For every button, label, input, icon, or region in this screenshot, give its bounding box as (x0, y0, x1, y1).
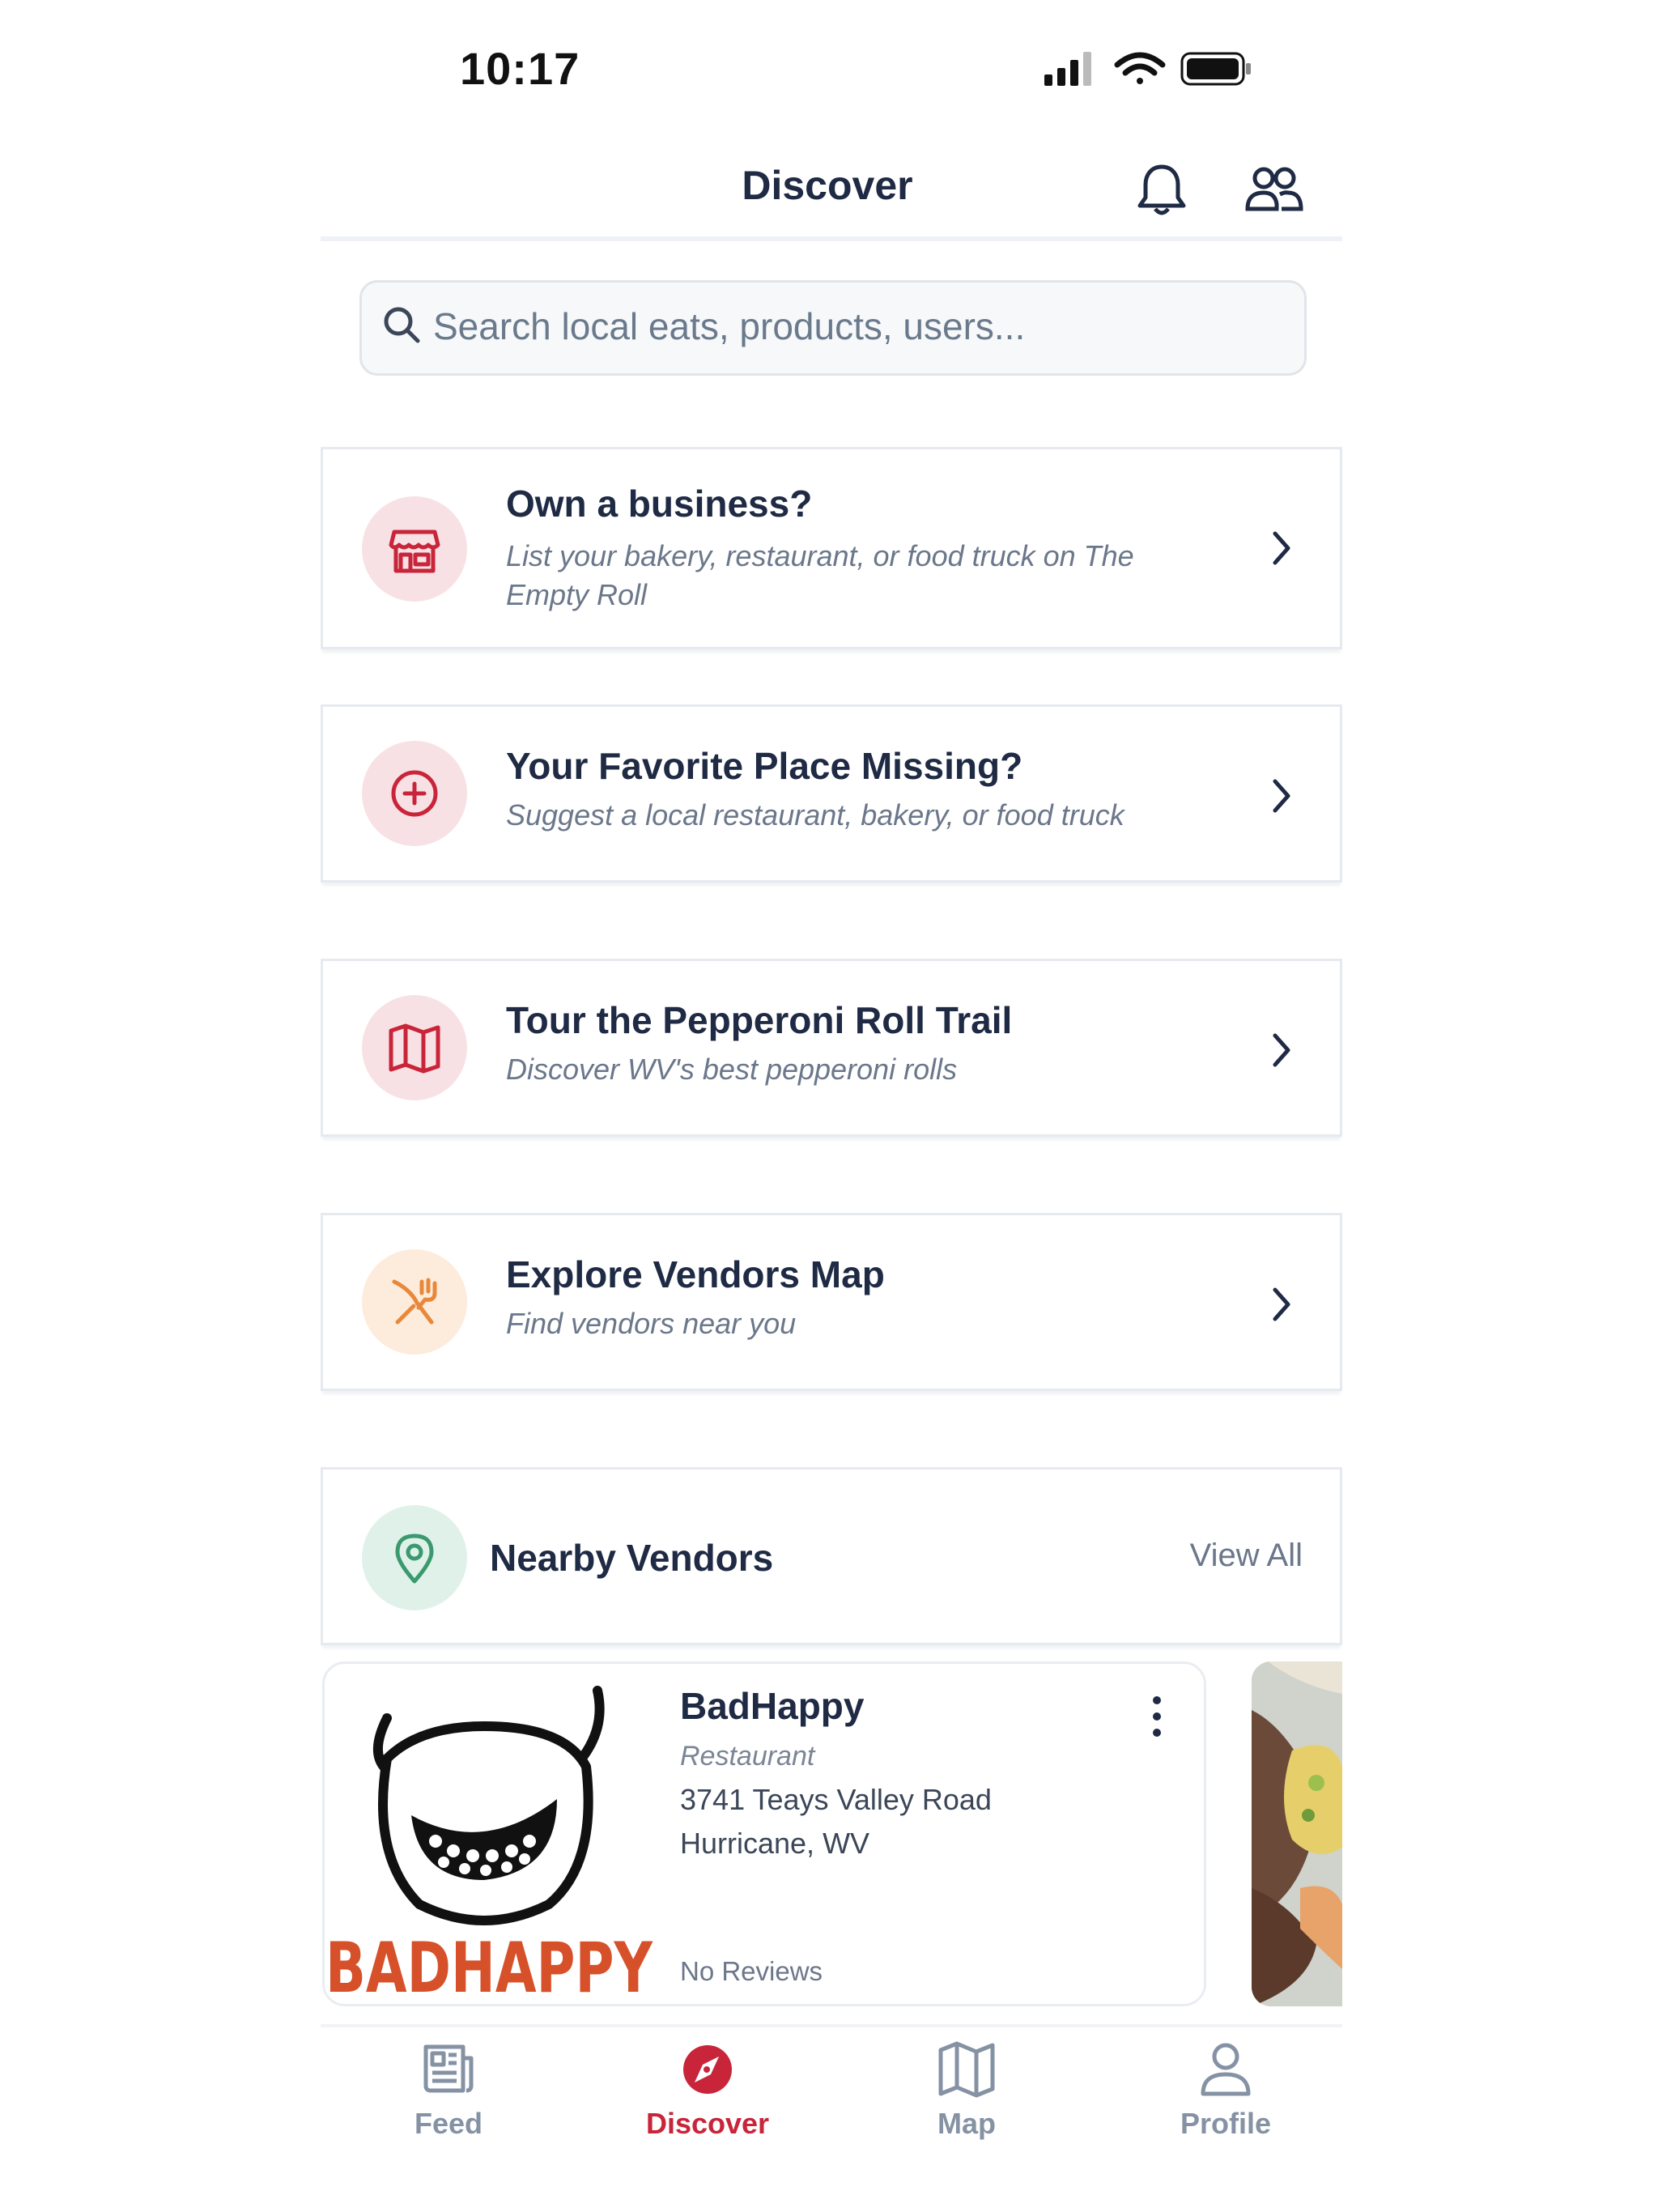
status-indicators (1044, 52, 1251, 86)
card-subtitle: Discover WV's best pepperoni rolls (506, 1053, 958, 1086)
vendor-logo-text: BADHAPPY (325, 1928, 653, 2001)
vendor-type: Restaurant (680, 1741, 815, 1772)
status-time: 10:17 (460, 43, 580, 94)
chevron-right-icon (1273, 1033, 1290, 1067)
plus-circle-icon (391, 770, 438, 817)
card-subtitle: Suggest a local restaurant, bakery, or f… (506, 798, 1124, 832)
vendor-address-line2: Hurricane, WV (680, 1827, 870, 1860)
card-title: Your Favorite Place Missing? (506, 745, 1023, 787)
utensils-icon (392, 1278, 437, 1325)
tab-label: Feed (414, 2107, 483, 2140)
map-icon (938, 2041, 995, 2098)
map-icon (389, 1023, 440, 1074)
friends-icon[interactable] (1243, 162, 1304, 219)
tabbar-divider (321, 2024, 1342, 2027)
tab-label: Map (937, 2107, 996, 2140)
search-placeholder: Search local eats, products, users... (433, 305, 1026, 347)
page-title: Discover (742, 163, 913, 208)
vendor-reviews: No Reviews (680, 1956, 823, 1986)
card-title: Tour the Pepperoni Roll Trail (506, 999, 1013, 1041)
map-icon-bubble (362, 995, 467, 1100)
storefront-icon (389, 530, 440, 573)
chevron-right-icon (1273, 779, 1290, 813)
more-options-icon[interactable] (1145, 1692, 1169, 1741)
plus-circle-icon-bubble (362, 741, 467, 846)
vendor-photo-next[interactable] (1252, 1661, 1342, 2006)
card-title: Own a business? (506, 483, 813, 525)
person-icon (1201, 2043, 1251, 2096)
location-pin-icon (395, 1534, 434, 1584)
vendors-map-card[interactable]: Explore Vendors Map Find vendors near yo… (321, 1213, 1342, 1391)
chevron-right-icon (1273, 531, 1290, 565)
battery-icon (1180, 52, 1251, 86)
tab-label: Profile (1180, 2107, 1272, 2140)
chevron-right-icon (1273, 1287, 1290, 1321)
missing-place-card[interactable]: Your Favorite Place Missing? Suggest a l… (321, 704, 1342, 883)
view-all-link[interactable]: View All (1190, 1538, 1303, 1574)
vendor-address-line1: 3741 Teays Valley Road (680, 1783, 992, 1816)
pepperoni-trail-card[interactable]: Tour the Pepperoni Roll Trail Discover W… (321, 959, 1342, 1137)
nearby-vendors-section: Nearby Vendors View All (321, 1467, 1342, 1645)
vendor-name: BadHappy (680, 1685, 865, 1727)
tab-map[interactable]: Map (878, 2039, 1056, 2141)
tab-discover[interactable]: Discover (619, 2039, 797, 2141)
cellular-signal-icon (1044, 52, 1091, 86)
bell-icon[interactable] (1133, 162, 1190, 219)
tab-feed[interactable]: Feed (359, 2039, 538, 2141)
utensils-icon-bubble (362, 1249, 467, 1355)
card-title: Explore Vendors Map (506, 1253, 885, 1295)
tab-profile[interactable]: Profile (1137, 2039, 1315, 2141)
tab-label: Discover (645, 2107, 770, 2140)
vendor-logo: BADHAPPY (325, 1686, 653, 2001)
compass-icon (683, 2045, 732, 2094)
location-pin-icon-bubble (362, 1505, 467, 1610)
own-business-card[interactable]: Own a business? List your bakery, restau… (321, 447, 1342, 649)
wifi-icon (1114, 52, 1166, 84)
newspaper-icon (423, 2044, 474, 2093)
storefront-icon-bubble (362, 496, 467, 602)
header-divider (321, 236, 1342, 241)
card-subtitle: List your bakery, restaurant, or food tr… (506, 539, 1134, 611)
card-subtitle: Find vendors near you (506, 1307, 797, 1340)
search-icon (384, 307, 420, 343)
nearby-vendors-title: Nearby Vendors (490, 1537, 774, 1579)
